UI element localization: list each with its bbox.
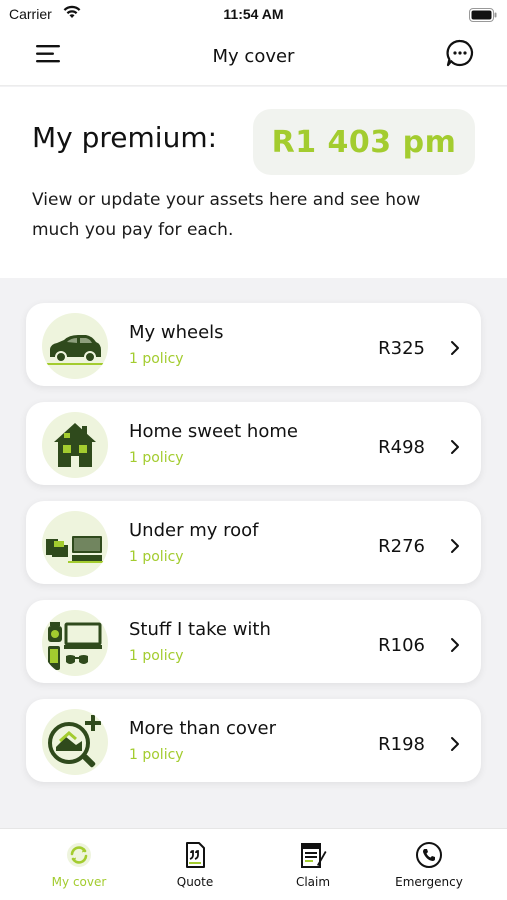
chevron-right-icon xyxy=(451,638,459,652)
asset-price: R325 xyxy=(378,338,425,359)
phone-circle-icon xyxy=(416,842,442,868)
asset-name: More than cover xyxy=(129,718,277,739)
asset-card-more-than-cover[interactable]: More than cover 1 policy R198 xyxy=(26,699,481,782)
nav-bar: My cover xyxy=(0,30,507,86)
furniture-icon xyxy=(42,511,108,577)
asset-card-under-my-roof[interactable]: Under my roof 1 policy R276 xyxy=(26,501,481,584)
magnifier-plus-icon xyxy=(42,709,108,775)
tab-my-cover[interactable]: My cover xyxy=(16,829,142,900)
asset-card-my-wheels[interactable]: My wheels 1 policy R325 xyxy=(26,303,481,386)
chevron-right-icon xyxy=(451,341,459,355)
tab-emergency[interactable]: Emergency xyxy=(366,829,492,900)
tab-label: Claim xyxy=(295,875,331,889)
asset-price: R498 xyxy=(378,437,425,458)
status-bar: Carrier 11:54 AM xyxy=(0,0,507,30)
battery-icon xyxy=(469,7,497,26)
asset-policy-count: 1 policy xyxy=(129,648,184,664)
asset-name: My wheels xyxy=(129,322,224,343)
asset-policy-count: 1 policy xyxy=(129,549,184,565)
asset-policy-count: 1 policy xyxy=(129,450,184,466)
asset-card-stuff-i-take-with[interactable]: Stuff I take with 1 policy R106 xyxy=(26,600,481,683)
tab-label: Quote xyxy=(176,875,214,889)
quote-document-icon xyxy=(186,842,205,868)
asset-name: Stuff I take with xyxy=(129,619,271,640)
asset-name: Home sweet home xyxy=(129,421,298,442)
chevron-right-icon xyxy=(451,737,459,751)
gadgets-icon xyxy=(42,610,108,676)
tab-label: Emergency xyxy=(395,875,463,889)
premium-amount-pill: R1 403 pm xyxy=(253,109,475,175)
asset-policy-count: 1 policy xyxy=(129,351,184,367)
asset-price: R198 xyxy=(378,734,425,755)
premium-amount: R1 403 pm xyxy=(271,124,457,160)
chat-button[interactable] xyxy=(445,38,475,68)
refresh-circle-icon xyxy=(67,843,91,867)
asset-policy-count: 1 policy xyxy=(129,747,184,763)
tab-quote[interactable]: Quote xyxy=(132,829,258,900)
chevron-right-icon xyxy=(451,440,459,454)
chevron-right-icon xyxy=(451,539,459,553)
premium-description: View or update your assets here and see … xyxy=(32,190,421,240)
asset-name: Under my roof xyxy=(129,520,259,541)
page-title: My cover xyxy=(212,46,295,67)
clock-label: 11:54 AM xyxy=(223,6,284,22)
tab-label: My cover xyxy=(51,875,107,889)
asset-card-home-sweet-home[interactable]: Home sweet home 1 policy R498 xyxy=(26,402,481,485)
tab-claim[interactable]: Claim xyxy=(250,829,376,900)
house-icon xyxy=(42,412,108,478)
claim-form-icon xyxy=(301,843,327,868)
tab-bar: My cover Quote Claim Emergency xyxy=(0,828,507,900)
asset-price: R106 xyxy=(378,635,425,656)
asset-price: R276 xyxy=(378,536,425,557)
chat-bubble-icon xyxy=(446,39,474,67)
car-icon xyxy=(42,313,108,379)
premium-label: My premium: xyxy=(32,121,218,154)
premium-panel: My premium: R1 403 pm View or update you… xyxy=(0,87,507,278)
